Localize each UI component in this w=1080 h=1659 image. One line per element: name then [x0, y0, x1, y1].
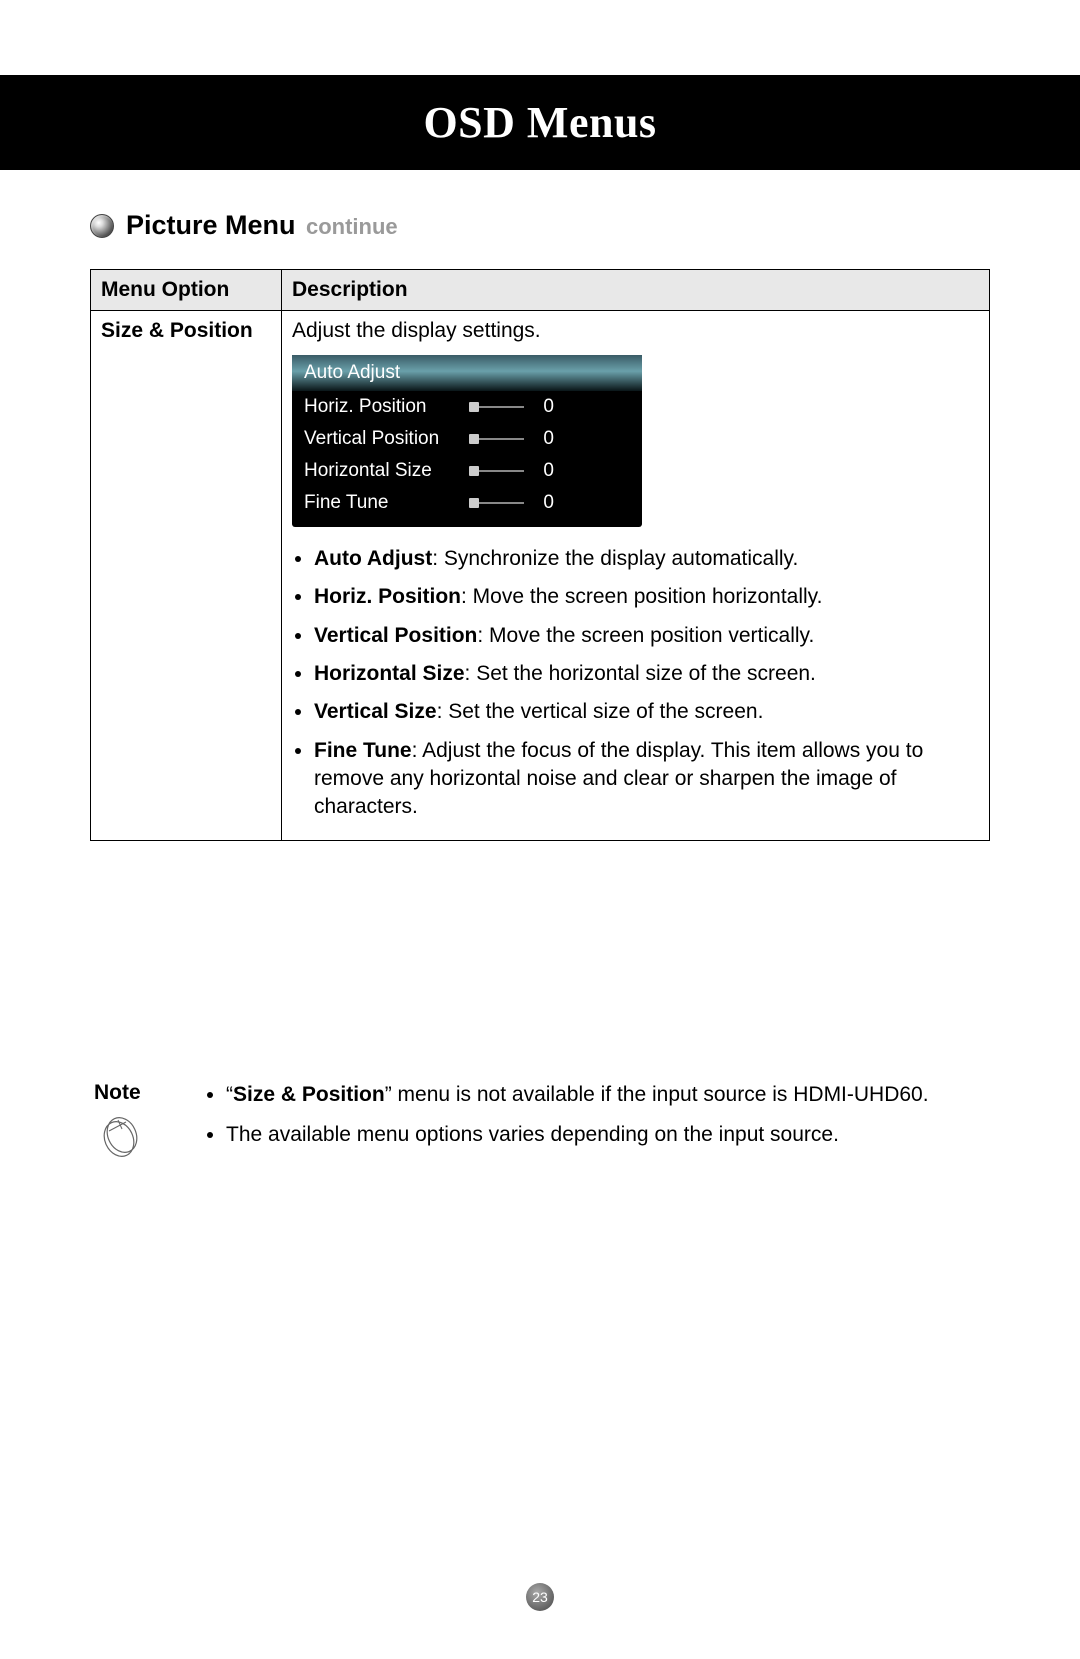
mouse-icon	[94, 1113, 184, 1165]
table-row: Size & Position Adjust the display setti…	[91, 311, 990, 841]
osd-item-label: Horiz. Position	[304, 396, 459, 418]
header-description: Description	[282, 270, 990, 311]
section-subtitle: continue	[306, 214, 398, 239]
section-heading: Picture Menu continue	[90, 210, 990, 241]
note-block: Note “Size & Position” menu is not avail…	[90, 1081, 990, 1165]
description-intro: Adjust the display settings.	[292, 319, 979, 343]
osd-row: Horizontal Size 0	[292, 455, 642, 487]
list-item: Vertical Position: Move the screen posit…	[314, 622, 979, 650]
bullet-term: Fine Tune	[314, 739, 412, 762]
sphere-bullet-icon	[90, 214, 114, 238]
content-area: Picture Menu continue Menu Option Descri…	[0, 170, 1080, 1165]
osd-item-value: 0	[534, 492, 554, 514]
page-number: 23	[532, 1589, 548, 1605]
list-item: “Size & Position” menu is not available …	[226, 1081, 929, 1109]
osd-item-label: Vertical Position	[304, 428, 459, 450]
note-label: Note	[94, 1081, 184, 1105]
chapter-title: OSD Menus	[423, 97, 656, 148]
bullet-term: Horizontal Size	[314, 662, 465, 685]
osd-row: Horiz. Position 0	[292, 391, 642, 423]
osd-slider	[469, 468, 524, 474]
chapter-title-bar: OSD Menus	[0, 75, 1080, 170]
osd-slider	[469, 436, 524, 442]
cell-menu-option: Size & Position	[91, 311, 282, 841]
osd-item-value: 0	[534, 428, 554, 450]
cell-description: Adjust the display settings. Auto Adjust…	[282, 311, 990, 841]
note-left-column: Note	[94, 1081, 184, 1165]
list-item: Fine Tune: Adjust the focus of the displ…	[314, 737, 979, 822]
osd-item-label: Fine Tune	[304, 492, 459, 514]
note-text: The available menu options varies depend…	[226, 1123, 839, 1146]
osd-row: Vertical Position 0	[292, 423, 642, 455]
section-title: Picture Menu	[126, 210, 296, 240]
osd-slider	[469, 404, 524, 410]
osd-item-label: Horizontal Size	[304, 460, 459, 482]
note-text: ” menu is not available if the input sou…	[385, 1083, 929, 1106]
list-item: The available menu options varies depend…	[226, 1121, 929, 1149]
list-item: Vertical Size: Set the vertical size of …	[314, 698, 979, 726]
bullet-term: Vertical Size	[314, 700, 437, 723]
bullet-term: Horiz. Position	[314, 585, 461, 608]
osd-row: Fine Tune 0	[292, 487, 642, 519]
menu-options-table: Menu Option Description Size & Position …	[90, 269, 990, 841]
bullet-text: : Move the screen position vertically.	[477, 624, 814, 647]
bullet-text: : Set the vertical size of the screen.	[437, 700, 764, 723]
page: OSD Menus Picture Menu continue Menu Opt…	[0, 75, 1080, 1659]
note-list: “Size & Position” menu is not available …	[204, 1081, 929, 1165]
bullet-term: Vertical Position	[314, 624, 477, 647]
bullet-text: : Move the screen position horizontally.	[461, 585, 822, 608]
list-item: Horiz. Position: Move the screen positio…	[314, 583, 979, 611]
description-bullet-list: Auto Adjust: Synchronize the display aut…	[292, 545, 979, 822]
osd-item-value: 0	[534, 460, 554, 482]
list-item: Horizontal Size: Set the horizontal size…	[314, 660, 979, 688]
note-term: Size & Position	[233, 1083, 385, 1106]
bullet-text: : Synchronize the display automatically.	[432, 547, 798, 570]
header-menu-option: Menu Option	[91, 270, 282, 311]
osd-slider	[469, 500, 524, 506]
page-number-badge: 23	[526, 1583, 554, 1611]
bullet-term: Auto Adjust	[314, 547, 432, 570]
table-header-row: Menu Option Description	[91, 270, 990, 311]
osd-header: Auto Adjust	[292, 355, 642, 391]
list-item: Auto Adjust: Synchronize the display aut…	[314, 545, 979, 573]
bullet-text: : Set the horizontal size of the screen.	[465, 662, 816, 685]
osd-screenshot: Auto Adjust Horiz. Position0Vertical Pos…	[292, 355, 642, 527]
osd-item-value: 0	[534, 396, 554, 418]
section-title-group: Picture Menu continue	[126, 210, 398, 241]
